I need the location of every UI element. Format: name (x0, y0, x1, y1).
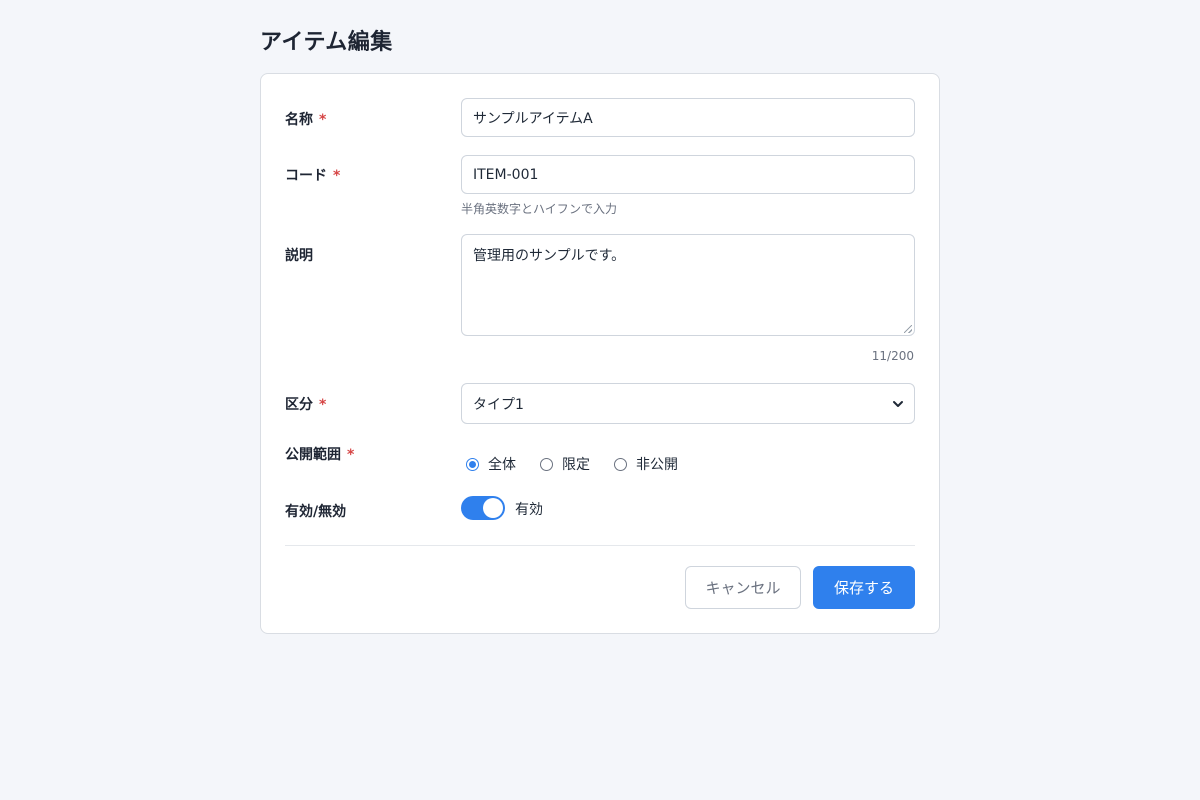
enabled-label: 有効/無効 (285, 501, 346, 521)
name-input-value: サンプルアイテムA (473, 110, 593, 127)
code-hint: 半角英数字とハイフンで入力 (461, 202, 618, 216)
required-mark: * (319, 112, 327, 128)
code-label-text: コード (285, 168, 327, 184)
enabled-toggle[interactable] (461, 496, 505, 520)
chevron-down-icon (893, 400, 903, 407)
radio-button[interactable] (540, 457, 553, 471)
radio-button[interactable] (466, 457, 479, 471)
name-label: 名称 * (285, 109, 326, 129)
toggle-knob (483, 498, 503, 518)
category-select[interactable]: タイプ1 (461, 383, 915, 424)
visibility-option-all[interactable]: 全体 (466, 454, 516, 474)
enabled-state-label: 有効 (515, 502, 543, 518)
description-value: 管理用のサンプルです。 (473, 248, 626, 264)
radio-label: 限定 (562, 457, 590, 473)
code-input-value: ITEM-001 (473, 166, 539, 183)
visibility-label-text: 公開範囲 (285, 447, 341, 463)
description-label: 説明 (285, 245, 313, 265)
name-label-text: 名称 (285, 112, 313, 128)
category-label-text: 区分 (285, 397, 313, 413)
category-label: 区分 * (285, 394, 326, 414)
save-button[interactable]: 保存する (813, 566, 915, 609)
required-mark: * (333, 168, 341, 184)
description-textarea[interactable]: 管理用のサンプルです。 (461, 234, 915, 336)
page-title: アイテム編集 (260, 30, 393, 55)
radio-label: 全体 (488, 457, 516, 473)
required-mark: * (347, 447, 355, 463)
enabled-label-text: 有効/無効 (285, 504, 347, 520)
code-input[interactable]: ITEM-001 (461, 155, 915, 194)
visibility-radio-group: 全体 限定 非公開 (466, 454, 702, 474)
item-edit-form: 名称 * サンプルアイテムA コード * ITEM-001 半角英数字とハイフンで入… (260, 73, 940, 634)
name-input[interactable]: サンプルアイテムA (461, 98, 915, 137)
form-divider (285, 545, 915, 546)
cancel-button[interactable]: キャンセル (685, 566, 801, 609)
category-selected-value: タイプ1 (473, 396, 524, 413)
visibility-label: 公開範囲 * (285, 444, 354, 464)
description-counter: 11/200 (871, 349, 914, 363)
radio-button[interactable] (614, 457, 627, 471)
visibility-option-private[interactable]: 非公開 (614, 454, 678, 474)
required-mark: * (319, 397, 327, 413)
resize-grip-icon[interactable] (904, 325, 912, 333)
visibility-option-limited[interactable]: 限定 (540, 454, 590, 474)
description-label-text: 説明 (285, 248, 313, 264)
radio-label: 非公開 (636, 457, 678, 473)
code-label: コード * (285, 165, 340, 185)
